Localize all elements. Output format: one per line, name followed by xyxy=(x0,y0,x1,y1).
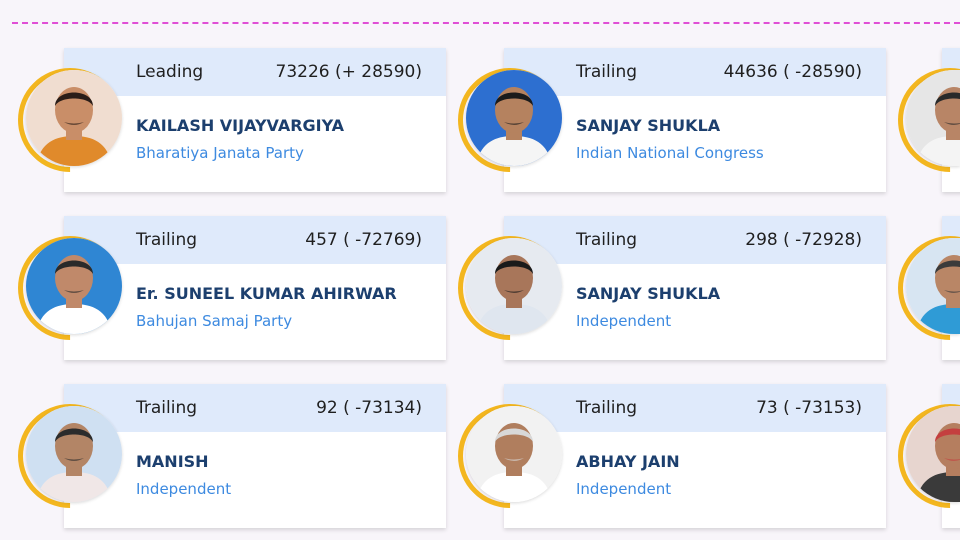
candidate-name[interactable]: KAILASH VIJAYVARGIYA xyxy=(136,116,344,135)
vote-count: 44636 ( -28590) xyxy=(723,62,862,82)
vote-count: 73 ( -73153) xyxy=(756,398,862,418)
candidate-photo-icon[interactable] xyxy=(466,70,562,166)
party-name[interactable]: Independent xyxy=(576,480,671,498)
status-label: Trailing xyxy=(576,230,638,250)
candidate-photo-icon[interactable] xyxy=(26,70,122,166)
top-divider xyxy=(12,22,960,24)
vote-count: 73226 (+ 28590) xyxy=(275,62,422,82)
party-name[interactable]: Independent xyxy=(576,312,671,330)
candidate-photo-icon[interactable] xyxy=(26,406,122,502)
candidate-name[interactable]: Er. SUNEEL KUMAR AHIRWAR xyxy=(136,284,397,303)
candidate-name[interactable]: MANISH xyxy=(136,452,209,471)
party-name[interactable]: Indian National Congress xyxy=(576,144,764,162)
vote-count: 92 ( -73134) xyxy=(316,398,422,418)
candidate-photo-icon[interactable] xyxy=(466,406,562,502)
candidate-name[interactable]: ABHAY JAIN xyxy=(576,452,680,471)
status-label: Trailing xyxy=(136,398,198,418)
status-label: Trailing xyxy=(136,230,198,250)
status-label: Trailing xyxy=(576,398,638,418)
status-label: Trailing xyxy=(576,62,638,82)
party-name[interactable]: Independent xyxy=(136,480,231,498)
party-name[interactable]: Bharatiya Janata Party xyxy=(136,144,304,162)
candidate-name[interactable]: SANJAY SHUKLA xyxy=(576,284,720,303)
vote-count: 457 ( -72769) xyxy=(305,230,422,250)
vote-count: 298 ( -72928) xyxy=(745,230,862,250)
status-label: Leading xyxy=(136,62,204,82)
candidate-photo-icon[interactable] xyxy=(466,238,562,334)
candidate-name[interactable]: SANJAY SHUKLA xyxy=(576,116,720,135)
candidate-photo-icon[interactable] xyxy=(26,238,122,334)
party-name[interactable]: Bahujan Samaj Party xyxy=(136,312,292,330)
